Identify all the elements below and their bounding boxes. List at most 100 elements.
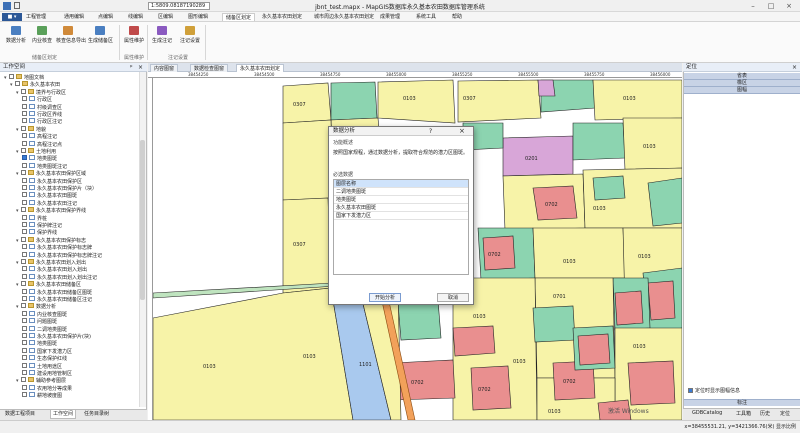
checkbox-icon[interactable] xyxy=(21,281,26,287)
checkbox-icon[interactable] xyxy=(22,244,27,250)
ribbon-button-4[interactable]: 属性维护 xyxy=(122,26,146,44)
checkbox-icon[interactable] xyxy=(21,170,26,176)
checkbox-icon[interactable] xyxy=(22,251,27,257)
checkbox-icon[interactable] xyxy=(22,310,27,316)
menu-item-3[interactable]: 线编辑 xyxy=(128,13,143,21)
tree-scrollbar-thumb[interactable] xyxy=(140,140,145,300)
checkbox-icon[interactable] xyxy=(688,388,693,393)
save-icon[interactable] xyxy=(14,2,20,9)
locate-row-province[interactable]: 省表 xyxy=(684,73,800,80)
checkbox-icon[interactable] xyxy=(21,148,26,153)
checkbox-icon[interactable] xyxy=(22,155,27,161)
minimize-icon[interactable]: – xyxy=(744,1,762,11)
left-tab-1[interactable]: 工作空间 xyxy=(50,410,77,419)
checkbox-icon[interactable] xyxy=(22,355,27,361)
locate-row-district[interactable]: 橡区 xyxy=(684,80,800,87)
checkbox-icon[interactable] xyxy=(22,347,27,353)
menu-item-11[interactable]: 帮助 xyxy=(452,13,462,21)
checkbox-icon[interactable] xyxy=(9,74,14,79)
checkbox-icon[interactable] xyxy=(22,162,27,168)
checkbox-icon[interactable] xyxy=(21,259,26,264)
checkbox-icon[interactable] xyxy=(22,192,27,198)
checkbox-icon[interactable] xyxy=(22,384,27,390)
tab-gdbcatalog[interactable]: GDBCatalog xyxy=(692,410,722,416)
checkbox-icon[interactable] xyxy=(22,96,27,102)
checkbox-icon[interactable] xyxy=(22,229,27,235)
help-icon[interactable]: ? xyxy=(429,127,432,136)
checkbox-icon[interactable] xyxy=(21,303,26,309)
checkbox-icon[interactable] xyxy=(22,266,27,272)
ribbon-button-5[interactable]: 生成注记 xyxy=(150,26,174,44)
checkbox-icon[interactable] xyxy=(22,392,27,398)
left-tab-0[interactable]: 数据工程项目 xyxy=(3,410,37,419)
pin-icon[interactable]: ᵖ xyxy=(130,63,133,72)
checkbox-icon[interactable] xyxy=(22,111,27,116)
required-data-row[interactable]: 地类图斑 xyxy=(334,196,468,204)
menu-item-4[interactable]: 区编辑 xyxy=(158,13,173,21)
locate-row-sheet[interactable]: 图幅 xyxy=(684,87,800,94)
required-data-list[interactable]: 图层名称 二调地类图斑 地类图斑 永久基本农田图斑 国家下发潜力区 xyxy=(333,179,469,275)
checkbox-icon[interactable] xyxy=(22,318,27,324)
menu-item-8[interactable]: 城市周边永久基本农田划定 xyxy=(314,13,374,21)
checkbox-icon[interactable] xyxy=(22,296,27,301)
cancel-button[interactable]: 取消 xyxy=(437,293,469,302)
left-tab-2[interactable]: 任务目录树 xyxy=(82,410,111,419)
menu-item-0[interactable]: 工程管理 xyxy=(26,13,46,21)
doc-tab-1[interactable]: 数据检查图窗 xyxy=(190,64,229,72)
required-data-row[interactable]: 二调地类图斑 xyxy=(334,188,468,196)
required-data-row[interactable]: 图层名称 xyxy=(334,180,468,188)
checkbox-icon[interactable] xyxy=(22,273,27,279)
tab-toolbox[interactable]: 工具箱 xyxy=(736,410,751,417)
scale-input[interactable]: 1:5809.08187190289 xyxy=(148,2,210,10)
checkbox-icon[interactable] xyxy=(15,81,20,87)
ribbon-button-1[interactable]: 内业核查 xyxy=(30,26,54,44)
tree-node[interactable]: 耕地坡度图 xyxy=(22,392,62,400)
ribbon-button-6[interactable]: 注记设置 xyxy=(178,26,202,44)
doc-tab-0[interactable]: 内容图窗 xyxy=(150,64,179,72)
required-data-row[interactable]: 国家下发潜力区 xyxy=(334,212,468,220)
checkbox-icon[interactable] xyxy=(21,125,26,131)
required-data-row[interactable]: 永久基本农田图斑 xyxy=(334,204,468,212)
menu-item-2[interactable]: 点编辑 xyxy=(98,13,113,21)
ribbon-button-2[interactable]: 核查信息导出 xyxy=(56,26,86,44)
menu-item-10[interactable]: 系统工具 xyxy=(416,13,436,21)
panel-close-icon[interactable]: × xyxy=(138,63,143,72)
checkbox-icon[interactable] xyxy=(21,236,26,242)
menu-item-7[interactable]: 永久基本农田划定 xyxy=(262,13,302,21)
checkbox-icon[interactable] xyxy=(22,214,27,220)
close-icon[interactable]: × xyxy=(780,1,798,11)
checkbox-icon[interactable] xyxy=(22,177,27,183)
checkbox-icon[interactable] xyxy=(22,325,27,331)
checkbox-icon[interactable] xyxy=(22,103,27,109)
ribbon-button-3[interactable]: 生成储备区 xyxy=(88,26,113,44)
ribbon-button-0[interactable]: 数据分析 xyxy=(4,26,28,44)
menu-item-5[interactable]: 图形编辑 xyxy=(188,13,208,21)
checkbox-icon[interactable] xyxy=(22,288,27,294)
start-analysis-button[interactable]: 开始分析 xyxy=(369,293,401,302)
checkbox-icon[interactable] xyxy=(22,222,27,227)
checkbox-icon[interactable] xyxy=(21,207,26,213)
panel-close-icon[interactable]: × xyxy=(792,63,797,72)
tab-locate[interactable]: 定位 xyxy=(780,410,790,417)
checkbox-icon[interactable] xyxy=(22,140,27,146)
checkbox-icon[interactable] xyxy=(22,362,27,368)
checkbox-icon[interactable] xyxy=(22,199,27,205)
menu-item-1[interactable]: 通用编辑 xyxy=(64,13,84,21)
file-menu-button[interactable]: ■ ▾ xyxy=(2,13,22,21)
tab-history[interactable]: 历史 xyxy=(760,410,770,417)
checkbox-icon[interactable] xyxy=(22,340,27,346)
maximize-icon[interactable]: □ xyxy=(762,1,780,11)
menu-item-6[interactable]: 储备区划定 xyxy=(222,13,256,21)
checkbox-icon[interactable] xyxy=(22,185,27,190)
checkbox-icon[interactable] xyxy=(22,118,27,124)
checkbox-icon[interactable] xyxy=(22,370,27,375)
parcel-label: 0307 xyxy=(463,96,476,102)
checkbox-icon[interactable] xyxy=(22,133,27,139)
dialog-close-icon[interactable]: × xyxy=(459,127,465,136)
checkbox-icon[interactable] xyxy=(22,333,27,338)
checkbox-icon[interactable] xyxy=(21,88,26,94)
checkbox-icon[interactable] xyxy=(21,377,26,383)
show-sheet-checkbox[interactable]: 定位时显示图幅信息 xyxy=(688,387,740,394)
menu-item-9[interactable]: 成果管理 xyxy=(380,13,400,21)
doc-tab-2[interactable]: 永久基本农田划定 xyxy=(236,64,285,72)
